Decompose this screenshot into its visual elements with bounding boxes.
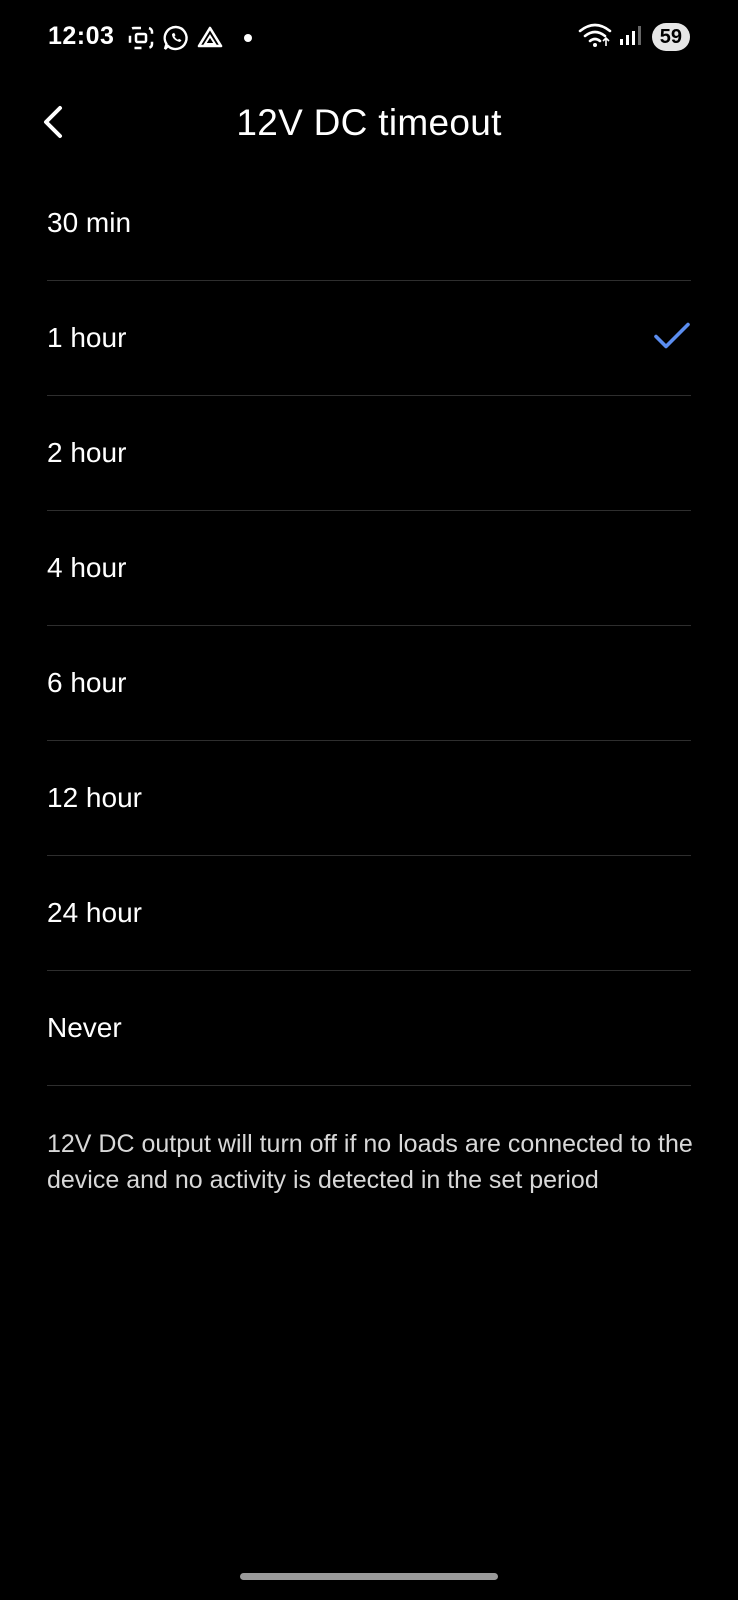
option-label: 4 hour bbox=[47, 552, 127, 583]
timeout-description: 12V DC output will turn off if no loads … bbox=[47, 1130, 693, 1194]
option-label: 2 hour bbox=[47, 437, 127, 468]
option-4-hour[interactable]: 4 hour bbox=[47, 511, 691, 626]
status-time: 12:03 bbox=[48, 22, 115, 50]
whatsapp-icon bbox=[162, 24, 190, 52]
option-12-hour[interactable]: 12 hour bbox=[47, 741, 691, 856]
drive-icon bbox=[196, 24, 224, 52]
status-right-icons: 59 bbox=[578, 22, 690, 52]
timeout-options-list: 30 min 1 hour 2 hour 4 hour 6 hour 12 ho… bbox=[47, 166, 691, 1086]
battery-icon: 59 bbox=[651, 23, 690, 51]
option-label: Never bbox=[47, 1012, 122, 1043]
option-24-hour[interactable]: 24 hour bbox=[47, 856, 691, 971]
option-label: 6 hour bbox=[47, 667, 127, 698]
home-indicator[interactable] bbox=[240, 1573, 498, 1580]
status-left-icons bbox=[126, 24, 252, 52]
app-header: 12V DC timeout bbox=[0, 90, 738, 162]
option-1-hour[interactable]: 1 hour bbox=[47, 281, 691, 396]
page-title: 12V DC timeout bbox=[236, 102, 502, 143]
notification-dot-icon bbox=[244, 34, 252, 42]
option-label: 30 min bbox=[47, 207, 132, 238]
check-icon bbox=[653, 321, 691, 356]
option-never[interactable]: Never bbox=[47, 971, 691, 1086]
wifi-icon bbox=[578, 22, 612, 53]
option-6-hour[interactable]: 6 hour bbox=[47, 626, 691, 741]
status-bar: 12:03 59 bbox=[0, 0, 738, 80]
option-2-hour[interactable]: 2 hour bbox=[47, 396, 691, 511]
signal-icon bbox=[618, 23, 642, 52]
screenshot-icon bbox=[126, 24, 156, 52]
option-label: 1 hour bbox=[47, 322, 127, 353]
option-label: 24 hour bbox=[47, 897, 142, 928]
option-label: 12 hour bbox=[47, 782, 142, 813]
option-30-min[interactable]: 30 min bbox=[47, 166, 691, 281]
